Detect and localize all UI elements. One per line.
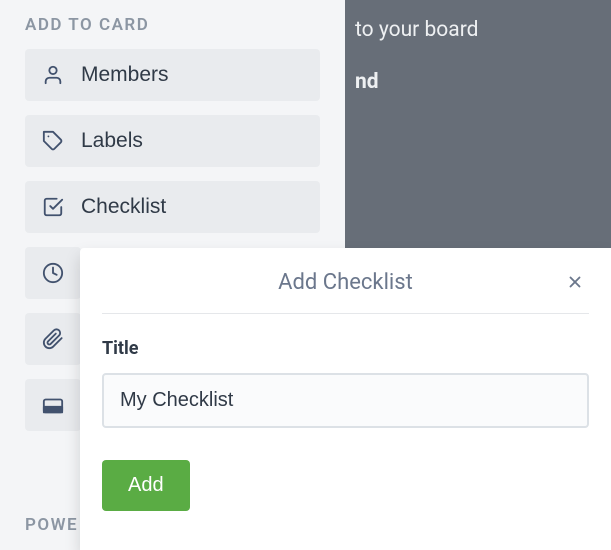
checklist-button[interactable]: Checklist	[25, 181, 320, 233]
card-icon	[41, 393, 65, 417]
add-button[interactable]: Add	[102, 460, 190, 511]
members-button[interactable]: Members	[25, 49, 320, 101]
backdrop-text: nd	[355, 70, 601, 94]
dates-button[interactable]	[25, 247, 81, 299]
user-icon	[41, 63, 65, 87]
close-button[interactable]	[561, 268, 589, 296]
close-icon	[566, 273, 584, 291]
powerups-title: POWE	[25, 515, 78, 535]
popover-header: Add Checklist	[102, 248, 589, 314]
modal-backdrop: to your board nd	[345, 0, 611, 248]
checklist-title-input[interactable]	[102, 373, 589, 428]
add-checklist-popover: Add Checklist Title Add	[80, 248, 611, 550]
popover-body: Title Add	[102, 314, 589, 511]
clock-icon	[41, 261, 65, 285]
title-label: Title	[102, 338, 589, 359]
popover-title: Add Checklist	[278, 270, 413, 295]
tag-icon	[41, 129, 65, 153]
check-square-icon	[41, 195, 65, 219]
backdrop-text: to your board	[355, 18, 601, 42]
labels-button[interactable]: Labels	[25, 115, 320, 167]
sidebar-item-label: Members	[81, 63, 169, 87]
section-title: ADD TO CARD	[25, 15, 320, 35]
sidebar-item-label: Checklist	[81, 195, 166, 219]
attachment-button[interactable]	[25, 313, 81, 365]
cover-button[interactable]	[25, 379, 81, 431]
paperclip-icon	[41, 327, 65, 351]
sidebar-item-label: Labels	[81, 129, 143, 153]
